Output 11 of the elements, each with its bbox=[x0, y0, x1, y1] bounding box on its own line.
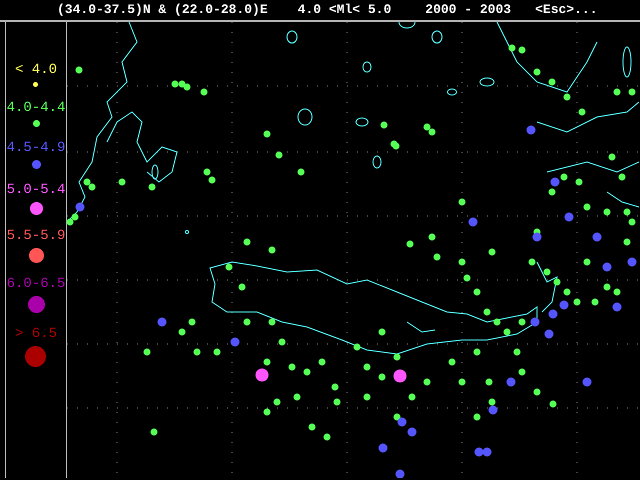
header-text: <Esc>... bbox=[535, 1, 598, 20]
legend-label: < 4.0 bbox=[14, 62, 57, 78]
header-text: 2000 - 2003 bbox=[425, 1, 512, 20]
legend-label: 4.5-4.9 bbox=[6, 140, 66, 156]
legend-label: 5.5-5.9 bbox=[6, 228, 66, 244]
legend-label: 4.0-4.4 bbox=[6, 100, 66, 116]
legend-label: > 6.5 bbox=[14, 326, 57, 342]
legend-label: 6.0-6.5 bbox=[6, 276, 66, 292]
header-text: (34.0-37.5)N & (22.0-28.0)E bbox=[57, 1, 268, 20]
legend-label: 5.0-5.4 bbox=[6, 182, 66, 198]
header-text: 4.0 <Ml< 5.0 bbox=[298, 1, 392, 20]
